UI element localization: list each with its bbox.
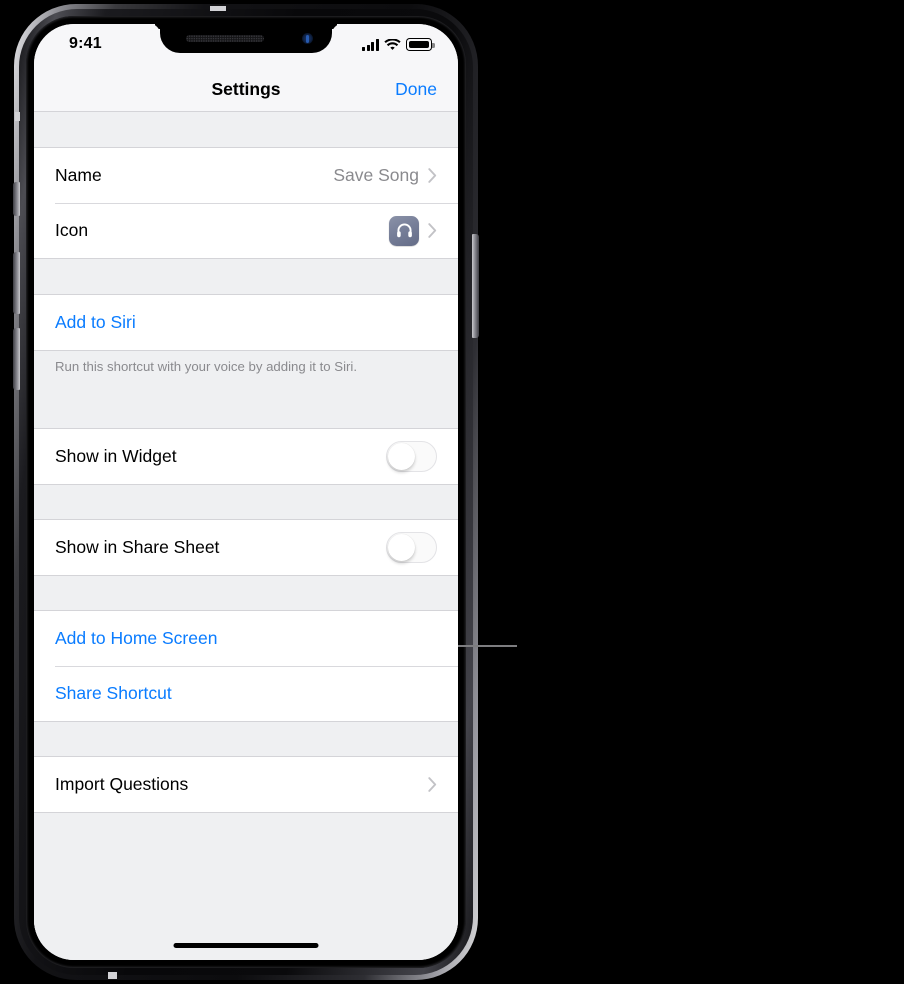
volume-up-button[interactable]	[13, 252, 20, 314]
group-gap	[34, 484, 458, 519]
group-gap	[34, 259, 458, 294]
front-camera-icon	[302, 33, 313, 44]
settings-group-details: Name Save Song Icon	[34, 147, 458, 259]
row-add-to-home-screen[interactable]: Add to Home Screen	[34, 610, 458, 666]
table-bottom-spacer	[34, 812, 458, 933]
status-bar-time: 9:41	[69, 35, 102, 52]
volume-down-button[interactable]	[13, 328, 20, 390]
cellular-signal-icon	[362, 39, 379, 51]
toggle-knob	[388, 533, 415, 561]
headphones-icon	[396, 223, 412, 238]
silence-switch[interactable]	[13, 182, 20, 216]
antenna-line-top	[210, 6, 226, 11]
battery-full-icon	[406, 38, 435, 51]
row-accessory: Save Song	[333, 165, 437, 186]
row-accessory	[389, 215, 437, 246]
row-label: Add to Siri	[55, 312, 136, 332]
row-label: Show in Widget	[55, 445, 177, 466]
chevron-right-icon	[428, 168, 437, 183]
group-gap	[34, 575, 458, 610]
callout-leader-line	[458, 645, 517, 647]
group-gap	[34, 721, 458, 756]
device-screen: 9:41 Settings Done Name Save Song Icon A…	[34, 24, 458, 960]
settings-group-share-sheet: Show in Share Sheet	[34, 518, 458, 576]
antenna-line-left	[15, 112, 20, 121]
row-show-in-widget[interactable]: Show in Widget	[34, 428, 458, 484]
settings-table[interactable]: Name Save Song Icon Add to Siri Run this…	[34, 112, 458, 960]
group-gap	[34, 375, 458, 428]
settings-group-import: Import Questions	[34, 755, 458, 813]
chevron-right-icon	[428, 776, 437, 792]
home-indicator[interactable]	[173, 942, 319, 948]
row-label: Icon	[55, 220, 89, 240]
antenna-line-bottom	[108, 972, 117, 979]
row-label: Add to Home Screen	[55, 627, 218, 648]
status-bar-indicators	[362, 38, 435, 51]
row-label: Show in Share Sheet	[55, 536, 220, 557]
row-icon[interactable]: Icon	[34, 203, 458, 258]
row-name[interactable]: Name Save Song	[34, 148, 458, 203]
row-import-questions[interactable]: Import Questions	[34, 756, 458, 812]
iphone-device-frame: 9:41 Settings Done Name Save Song Icon A…	[13, 4, 479, 980]
row-label: Share Shortcut	[55, 682, 172, 703]
group-footer-siri: Run this shortcut with your voice by add…	[34, 351, 458, 376]
group-gap	[34, 112, 458, 147]
show-in-widget-toggle[interactable]	[386, 440, 437, 472]
row-show-in-share-sheet[interactable]: Show in Share Sheet	[34, 519, 458, 575]
toggle-knob	[388, 442, 415, 470]
speaker-grill-icon	[186, 35, 264, 42]
row-accessory	[428, 776, 437, 792]
show-in-share-sheet-toggle[interactable]	[386, 531, 437, 563]
row-share-shortcut[interactable]: Share Shortcut	[34, 665, 458, 721]
side-power-button[interactable]	[472, 234, 479, 338]
row-add-to-siri[interactable]: Add to Siri	[34, 295, 458, 350]
row-value: Save Song	[333, 165, 419, 185]
shortcut-icon-swatch[interactable]	[389, 215, 419, 246]
row-label: Name	[55, 165, 102, 185]
display-notch	[160, 24, 332, 53]
row-label: Import Questions	[55, 773, 189, 794]
row-accessory	[386, 531, 437, 563]
settings-group-siri: Add to Siri	[34, 294, 458, 351]
navigation-bar: Settings Done	[34, 68, 458, 112]
chevron-right-icon	[428, 223, 437, 238]
row-accessory	[386, 440, 437, 472]
settings-group-actions: Add to Home Screen Share Shortcut	[34, 609, 458, 722]
wifi-icon	[384, 39, 401, 50]
settings-group-widget: Show in Widget	[34, 427, 458, 485]
done-button[interactable]: Done	[395, 79, 437, 100]
